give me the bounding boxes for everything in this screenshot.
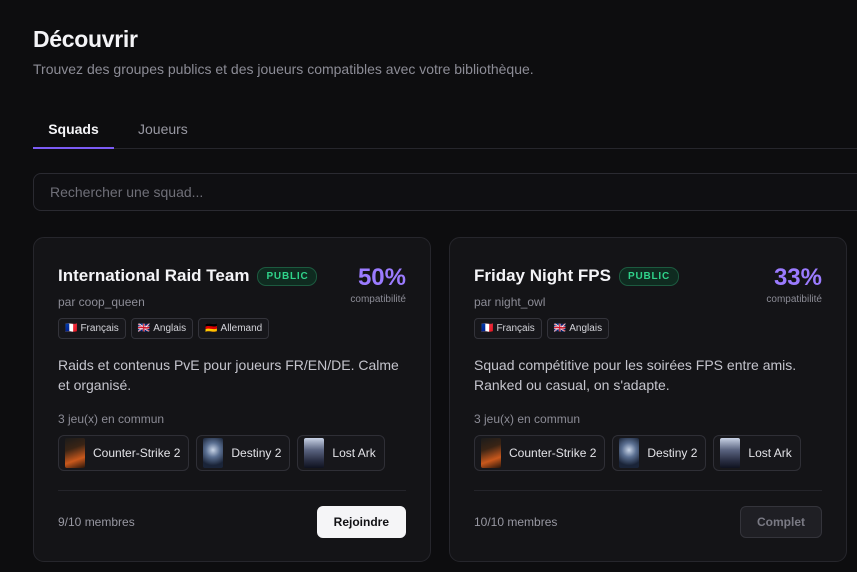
- page-title: Découvrir: [33, 26, 138, 52]
- public-badge: PUBLIC: [618, 266, 679, 286]
- search-box: [33, 173, 857, 211]
- member-count: 9/10 membres: [58, 515, 135, 529]
- squad-card: Friday Night FPS PUBLIC par night_owl 33…: [449, 237, 847, 562]
- common-games-list: Counter-Strike 2 Destiny 2 Lost Ark: [474, 435, 801, 471]
- compatibility-score: 50% compatibilité: [350, 264, 406, 305]
- language-tag: 🇫🇷 Français: [58, 318, 126, 339]
- game-chip[interactable]: Destiny 2: [196, 435, 291, 471]
- game-chip[interactable]: Lost Ark: [713, 435, 801, 471]
- compatibility-value: 33%: [773, 264, 822, 291]
- search-input[interactable]: [34, 174, 857, 210]
- common-games-list: Counter-Strike 2 Destiny 2 Lost Ark: [58, 435, 385, 471]
- squad-name: International Raid Team: [58, 266, 250, 285]
- language-tags: 🇫🇷 Français 🇬🇧 Anglais: [474, 318, 610, 339]
- language-tags: 🇫🇷 Français 🇬🇧 Anglais 🇩🇪 Allemand: [58, 318, 270, 339]
- tab-squads[interactable]: Squads: [33, 110, 114, 149]
- flag-de-icon: 🇩🇪: [205, 323, 218, 334]
- language-label: Anglais: [153, 323, 187, 334]
- public-badge: PUBLIC: [257, 266, 318, 286]
- tab-bar: Squads Joueurs: [33, 110, 857, 149]
- game-name: Destiny 2: [647, 446, 698, 460]
- language-tag: 🇩🇪 Allemand: [198, 318, 270, 339]
- game-chip[interactable]: Counter-Strike 2: [474, 435, 606, 471]
- language-tag: 🇬🇧 Anglais: [546, 318, 610, 339]
- game-chip[interactable]: Destiny 2: [612, 435, 707, 471]
- language-label: Français: [80, 323, 119, 334]
- compatibility-label: compatibilité: [766, 294, 822, 305]
- counter-strike-2-cover-icon: [65, 438, 85, 468]
- member-count: 10/10 membres: [474, 515, 558, 529]
- squad-owner: par coop_queen: [58, 295, 145, 309]
- full-button[interactable]: Complet: [740, 506, 822, 538]
- page-subtitle: Trouvez des groupes publics et des joueu…: [33, 61, 534, 77]
- language-tag: 🇫🇷 Français: [474, 318, 542, 339]
- language-label: Allemand: [220, 323, 263, 334]
- active-tab-indicator: [33, 147, 114, 149]
- squad-header: International Raid Team PUBLIC: [58, 266, 318, 286]
- flag-fr-icon: 🇫🇷: [481, 323, 494, 334]
- tab-joueurs-label: Joueurs: [138, 121, 188, 137]
- squad-description: Raids et contenus PvE pour joueurs FR/EN…: [58, 357, 399, 393]
- language-label: Anglais: [569, 323, 603, 334]
- squad-name: Friday Night FPS: [474, 266, 611, 285]
- game-chip[interactable]: Counter-Strike 2: [58, 435, 190, 471]
- game-name: Lost Ark: [748, 446, 792, 460]
- counter-strike-2-cover-icon: [481, 438, 501, 468]
- join-button[interactable]: Rejoindre: [316, 506, 406, 538]
- card-divider: [58, 490, 406, 491]
- language-tag: 🇬🇧 Anglais: [130, 318, 194, 339]
- tab-joueurs[interactable]: Joueurs: [138, 110, 188, 148]
- compatibility-label: compatibilité: [350, 294, 406, 305]
- destiny-2-cover-icon: [203, 438, 224, 468]
- common-games-count: 3 jeu(x) en commun: [58, 412, 165, 426]
- game-name: Counter-Strike 2: [509, 446, 597, 460]
- squad-description: Squad compétitive pour les soirées FPS e…: [474, 357, 797, 393]
- flag-gb-icon: 🇬🇧: [137, 323, 151, 334]
- card-divider: [474, 490, 822, 491]
- flag-gb-icon: 🇬🇧: [553, 323, 567, 334]
- tab-squads-label: Squads: [48, 121, 99, 137]
- game-name: Counter-Strike 2: [93, 446, 181, 460]
- lost-ark-cover-icon: [720, 438, 741, 468]
- common-games-count: 3 jeu(x) en commun: [474, 412, 581, 426]
- game-chip[interactable]: Lost Ark: [297, 435, 385, 471]
- game-name: Lost Ark: [332, 446, 376, 460]
- destiny-2-cover-icon: [619, 438, 640, 468]
- squad-owner: par night_owl: [474, 295, 546, 309]
- lost-ark-cover-icon: [304, 438, 325, 468]
- compatibility-score: 33% compatibilité: [766, 264, 822, 305]
- flag-fr-icon: 🇫🇷: [65, 323, 78, 334]
- squad-header: Friday Night FPS PUBLIC: [474, 266, 679, 286]
- squad-card: International Raid Team PUBLIC par coop_…: [33, 237, 431, 562]
- compatibility-value: 50%: [357, 264, 406, 291]
- game-name: Destiny 2: [231, 446, 282, 460]
- language-label: Français: [496, 323, 535, 334]
